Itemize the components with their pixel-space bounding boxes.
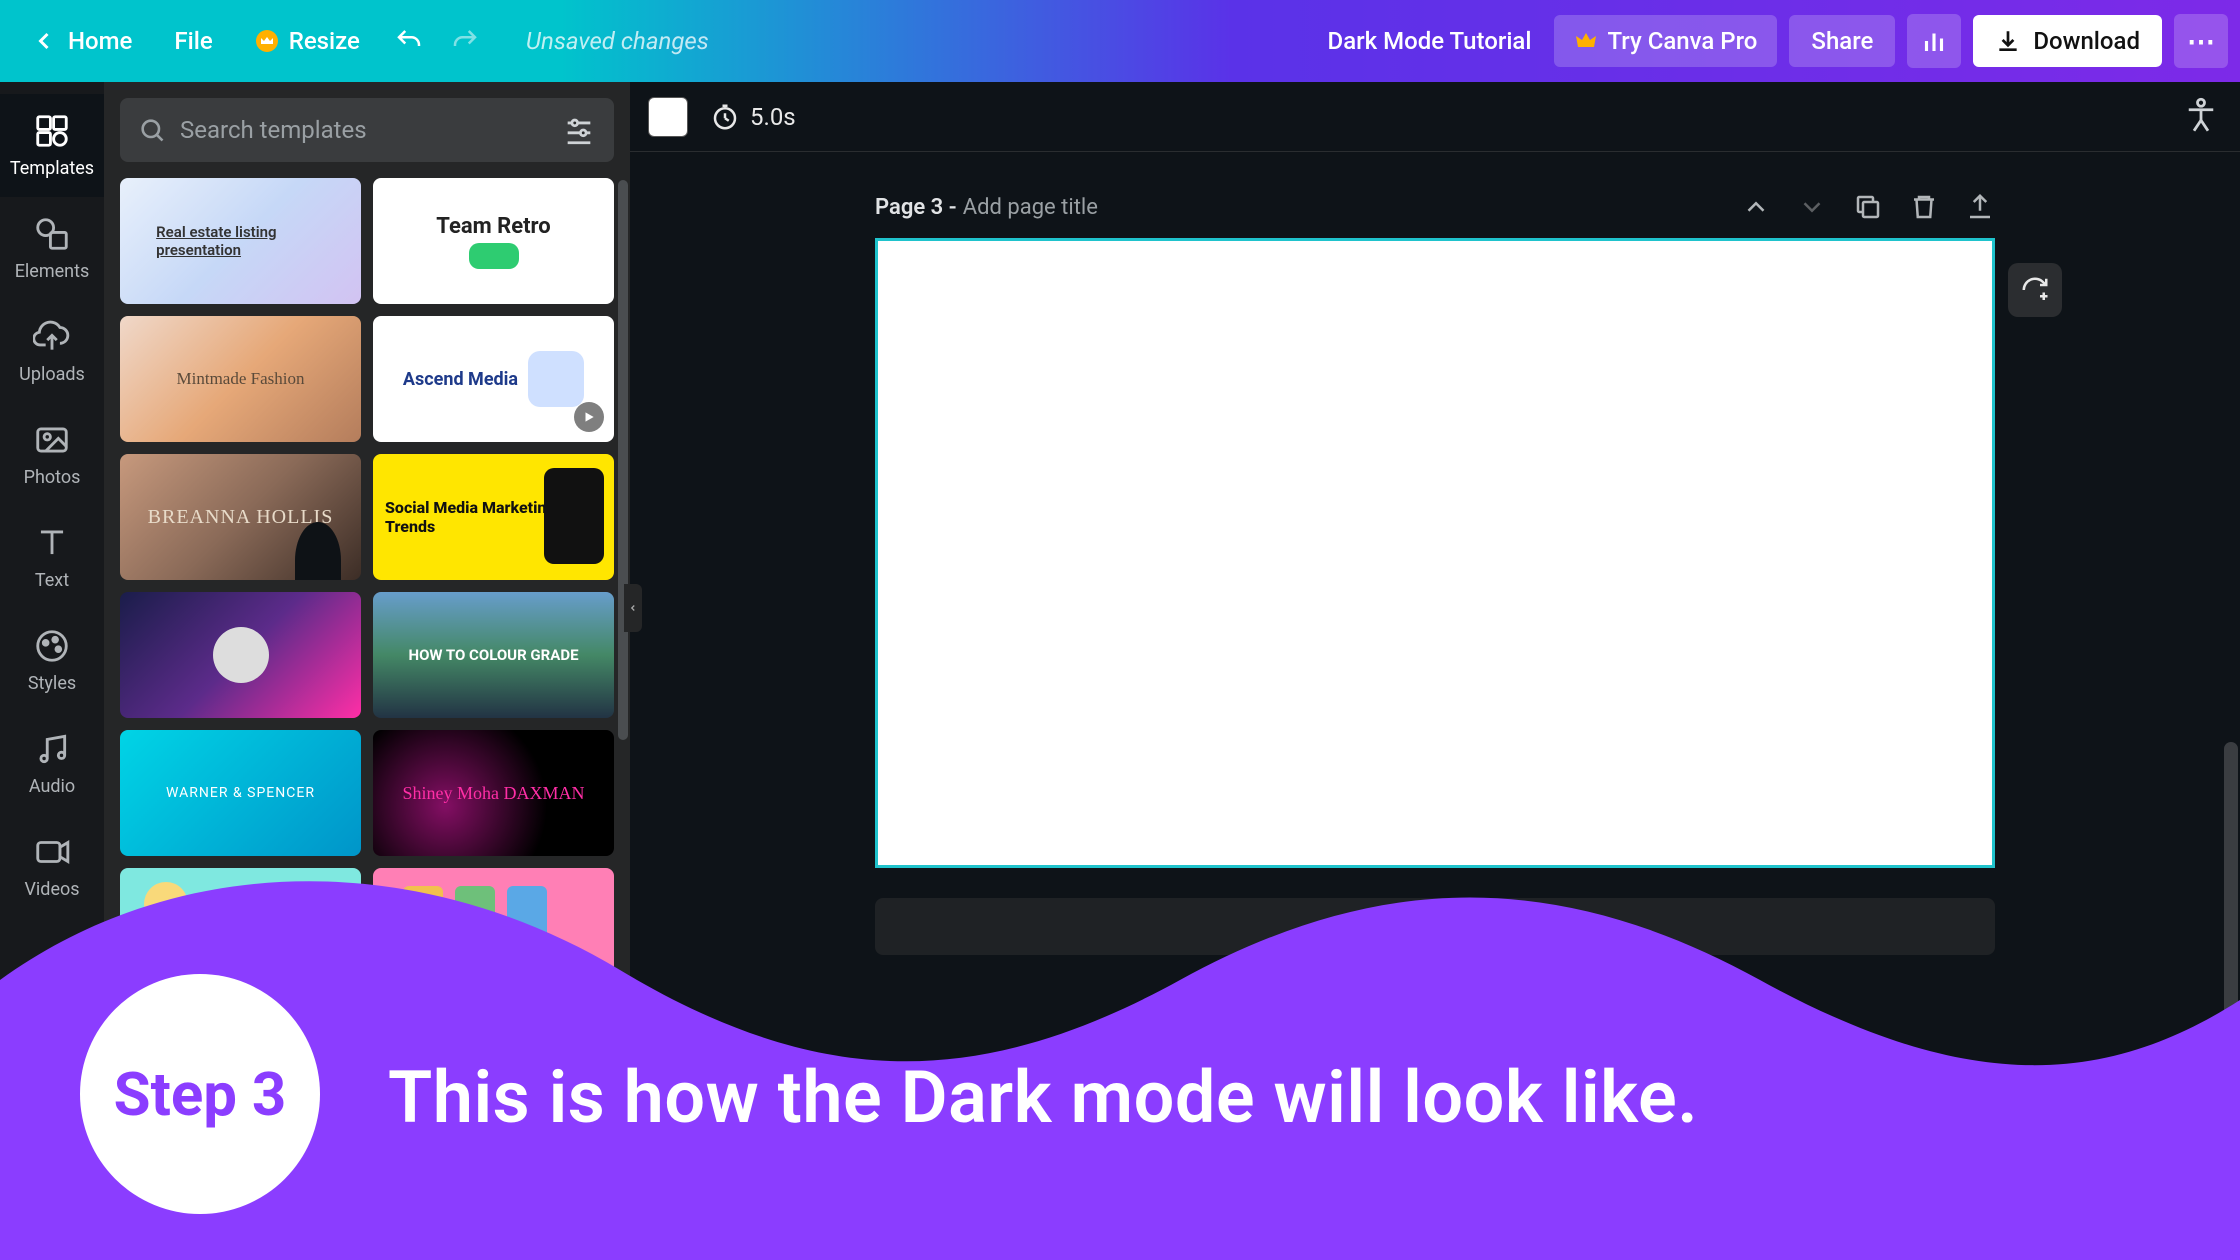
template-grid: Real estate listing presentation Team Re… [120,178,614,994]
crown-icon [255,29,279,53]
home-label: Home [68,27,132,55]
header-left: Home File Resize Unsaved changes [12,16,709,66]
templates-panel: Real estate listing presentation Team Re… [104,82,630,1260]
rail-videos[interactable]: Videos [0,815,104,918]
insights-button[interactable] [1907,14,1961,68]
template-card[interactable]: WARNER & SPENCER [120,730,361,856]
refresh-icon [2020,275,2050,305]
template-card[interactable]: HOW TO COLOUR GRADE [373,592,614,718]
redo-button[interactable] [440,16,490,66]
filter-icon[interactable] [562,113,596,147]
videos-icon [33,833,71,871]
chevron-left-icon [30,27,58,55]
text-icon [33,524,71,562]
canvas-scrollbar[interactable] [2224,242,2238,1250]
unsaved-status: Unsaved changes [526,27,709,55]
chevron-down-icon[interactable] [1797,192,1827,222]
chevron-up-icon[interactable] [1741,192,1771,222]
rail-photos[interactable]: Photos [0,403,104,506]
try-pro-button[interactable]: Try Canva Pro [1554,15,1778,67]
clock-icon [710,102,740,132]
template-card[interactable]: BREANNA HOLLIS [120,454,361,580]
template-card[interactable]: Social Media Marketing Trends [373,454,614,580]
template-card[interactable] [120,592,361,718]
resize-button[interactable]: Resize [237,17,378,65]
share-button[interactable]: Share [1789,15,1895,67]
ellipsis-icon: ⋯ [2187,25,2215,58]
template-card[interactable] [120,868,361,994]
search-icon [138,116,166,144]
undo-button[interactable] [384,16,434,66]
page-label: Page 3 - [875,195,957,220]
redo-icon [450,26,480,56]
page-header: Page 3 - Add page title [875,152,1995,232]
crown-icon [1574,29,1598,53]
document-title[interactable]: Dark Mode Tutorial [1328,27,1532,55]
upload-icon[interactable] [1965,192,1995,222]
page-title-input[interactable]: Add page title [963,195,1098,220]
canvas-area: 5.0s Page 3 - Add page title + Add page [630,82,2240,1260]
page-canvas[interactable] [875,238,1995,868]
template-card[interactable]: Shiney Moha DAXMAN [373,730,614,856]
rail-audio[interactable]: Audio [0,712,104,815]
trash-icon[interactable] [1909,192,1939,222]
templates-icon [33,112,71,150]
rail-templates[interactable]: Templates [0,94,104,197]
download-icon [1995,28,2021,54]
search-input[interactable] [180,116,548,144]
page-color-swatch[interactable] [648,97,688,137]
chat-bubble-icon [469,243,519,269]
search-bar [120,98,614,162]
elements-icon [33,215,71,253]
undo-icon [394,26,424,56]
page-actions [1741,192,1995,222]
left-rail: Templates Elements Uploads Photos Text S… [0,82,104,1260]
rail-text[interactable]: Text [0,506,104,609]
more-menu-button[interactable]: ⋯ [2174,14,2228,68]
template-card[interactable]: Real estate listing presentation [120,178,361,304]
template-card[interactable]: Ascend Media [373,316,614,442]
regenerate-button[interactable] [2008,263,2062,317]
add-page-button[interactable]: + Add page [875,898,1995,955]
home-button[interactable]: Home [12,17,150,65]
toolbar-right [2180,94,2222,140]
audio-icon [33,730,71,768]
bar-chart-icon [1919,26,1949,56]
template-card[interactable] [373,868,614,994]
download-button[interactable]: Download [1973,15,2162,67]
rail-uploads[interactable]: Uploads [0,300,104,403]
template-card[interactable]: Mintmade Fashion [120,316,361,442]
panel-scrollbar[interactable] [618,180,628,970]
photos-icon [33,421,71,459]
play-icon [574,402,604,432]
accessibility-icon[interactable] [2180,94,2222,136]
collapse-panel-button[interactable] [624,584,642,632]
app-header: Home File Resize Unsaved changes Dark Mo… [0,0,2240,82]
timing-button[interactable]: 5.0s [710,102,796,132]
duplicate-icon[interactable] [1853,192,1883,222]
canvas-toolbar: 5.0s [630,82,2240,152]
styles-icon [33,627,71,665]
template-card[interactable]: Team Retro [373,178,614,304]
uploads-icon [33,318,71,356]
header-right: Dark Mode Tutorial Try Canva Pro Share D… [1328,14,2228,68]
rail-styles[interactable]: Styles [0,609,104,712]
rail-elements[interactable]: Elements [0,197,104,300]
chevron-left-icon [628,601,638,615]
file-button[interactable]: File [156,17,230,65]
